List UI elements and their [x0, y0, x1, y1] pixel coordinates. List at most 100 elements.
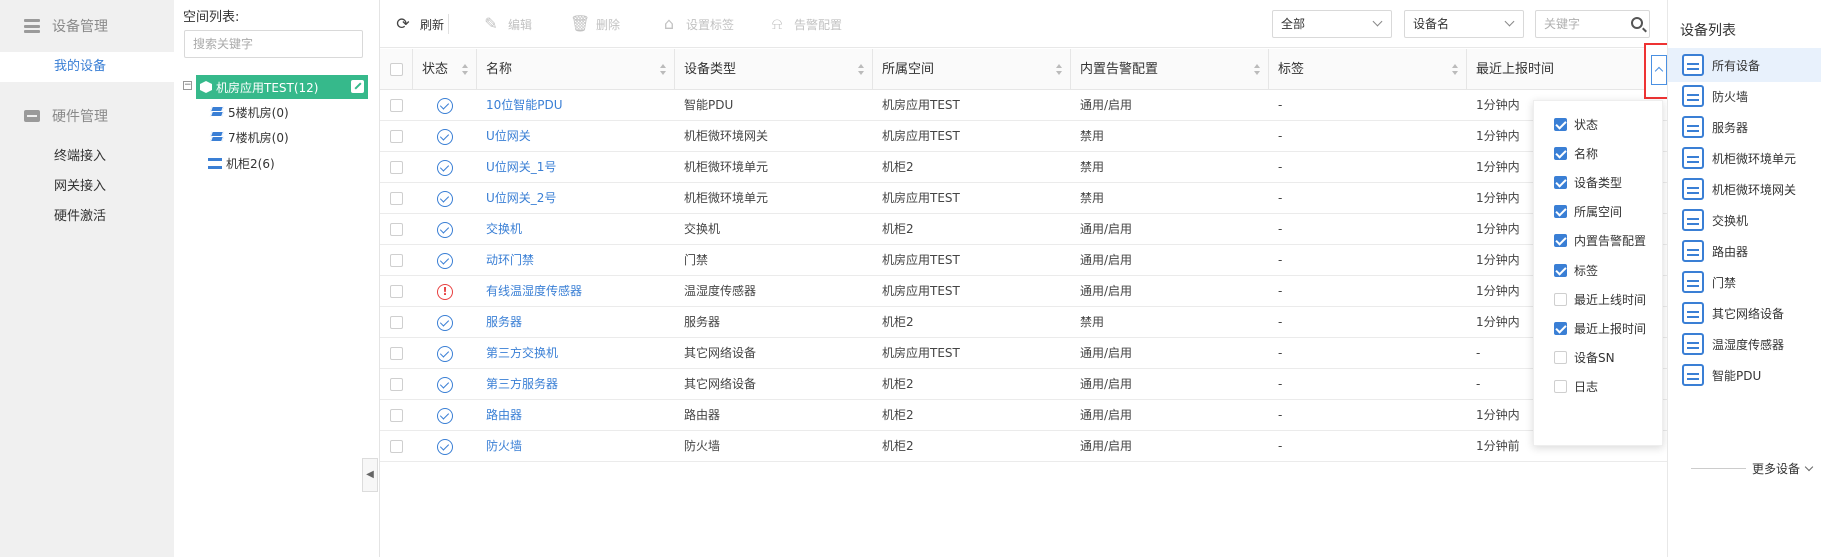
refresh-button[interactable]: ⟳ 刷新 — [394, 14, 444, 34]
delete-button[interactable]: 🗑 删除 — [570, 14, 620, 34]
nav-group-hardware-management[interactable]: 硬件管理 — [0, 90, 174, 142]
device-category-item[interactable]: 其它网络设备 — [1668, 296, 1821, 330]
table-row[interactable]: 交换机 交换机 机柜2 通用/启用 -1分钟内 — [380, 214, 1667, 245]
cell-name[interactable]: 有线温湿度传感器 — [477, 276, 675, 307]
device-category-item[interactable]: 交换机 — [1668, 203, 1821, 237]
column-option[interactable]: 状态 — [1554, 114, 1598, 134]
header-alarm-config[interactable]: 内置告警配置 — [1071, 49, 1269, 90]
cell-name[interactable]: 交换机 — [477, 214, 675, 245]
cell-name[interactable]: 路由器 — [477, 400, 675, 431]
row-checkbox[interactable] — [390, 378, 403, 391]
table-row[interactable]: 10位智能PDU 智能PDU 机房应用TEST 通用/启用 -1分钟内 — [380, 90, 1667, 121]
select-all-checkbox[interactable] — [390, 63, 403, 76]
table-row[interactable]: 服务器 服务器 机柜2 禁用 -1分钟内 — [380, 307, 1667, 338]
column-option-checkbox[interactable] — [1554, 292, 1567, 306]
cell-name[interactable]: U位网关_1号 — [477, 152, 675, 183]
set-tag-button[interactable]: ⌂ 设置标签 — [660, 14, 734, 34]
row-checkbox[interactable] — [390, 409, 403, 422]
column-option-checkbox[interactable] — [1554, 146, 1567, 160]
device-category-item[interactable]: 机柜微环境单元 — [1668, 141, 1821, 175]
device-category-item[interactable]: 防火墙 — [1668, 79, 1821, 113]
nav-item-my-devices[interactable]: 我的设备 — [0, 52, 174, 82]
cell-name[interactable]: U位网关 — [477, 121, 675, 152]
edit-button[interactable]: ✎ 编辑 — [482, 14, 532, 34]
sort-icon[interactable] — [858, 64, 864, 75]
column-option-checkbox[interactable] — [1554, 351, 1567, 365]
nav-item-gateway-access[interactable]: 网关接入 — [0, 172, 174, 202]
sort-icon[interactable] — [1056, 64, 1062, 75]
header-type[interactable]: 设备类型 — [675, 49, 873, 90]
column-option[interactable]: 设备SN — [1554, 348, 1615, 368]
row-checkbox[interactable] — [390, 130, 403, 143]
tree-node-cabinet2[interactable]: 机柜2(6) — [208, 152, 275, 174]
table-row[interactable]: ! 有线温湿度传感器 温湿度传感器 机房应用TEST 通用/启用 -1分钟内 — [380, 276, 1667, 307]
column-option[interactable]: 最近上报时间 — [1554, 318, 1646, 338]
tree-node-floor5[interactable]: 5楼机房(0) — [209, 101, 289, 123]
row-checkbox[interactable] — [390, 316, 403, 329]
row-checkbox[interactable] — [390, 99, 403, 112]
cell-name[interactable]: 服务器 — [477, 307, 675, 338]
row-checkbox[interactable] — [390, 223, 403, 236]
table-row[interactable]: U位网关 机柜微环境网关 机房应用TEST 禁用 -1分钟内 — [380, 121, 1667, 152]
more-devices-button[interactable]: 更多设备 — [1691, 460, 1821, 477]
sort-icon[interactable] — [660, 64, 666, 75]
device-category-item[interactable]: 所有设备 — [1668, 48, 1821, 82]
column-option[interactable]: 设备类型 — [1554, 172, 1622, 192]
cell-name[interactable]: U位网关_2号 — [477, 183, 675, 214]
column-option[interactable]: 内置告警配置 — [1554, 231, 1646, 251]
row-checkbox[interactable] — [390, 347, 403, 360]
header-space[interactable]: 所属空间 — [873, 49, 1071, 90]
space-search-input[interactable] — [184, 30, 363, 58]
nav-group-device-management[interactable]: 设备管理 — [0, 0, 174, 52]
tree-collapse-toggle[interactable]: − — [183, 81, 192, 90]
column-option-checkbox[interactable] — [1554, 117, 1567, 131]
column-option-checkbox[interactable] — [1554, 321, 1567, 335]
cell-name[interactable]: 10位智能PDU — [477, 90, 675, 121]
column-option[interactable]: 名称 — [1554, 143, 1598, 163]
column-option-checkbox[interactable] — [1554, 205, 1567, 219]
table-row[interactable]: 第三方服务器 其它网络设备 机柜2 通用/启用 - - — [380, 369, 1667, 400]
column-option-checkbox[interactable] — [1554, 175, 1567, 189]
header-tag[interactable]: 标签 — [1269, 49, 1467, 90]
table-row[interactable]: U位网关_2号 机柜微环境单元 机房应用TEST 禁用 -1分钟内 — [380, 183, 1667, 214]
device-category-item[interactable]: 路由器 — [1668, 234, 1821, 268]
column-option-checkbox[interactable] — [1554, 263, 1567, 277]
header-name[interactable]: 名称 — [477, 49, 675, 90]
nav-item-terminal-access[interactable]: 终端接入 — [0, 142, 174, 172]
device-category-item[interactable]: 门禁 — [1668, 265, 1821, 299]
sort-icon[interactable] — [1452, 64, 1458, 75]
column-option-checkbox[interactable] — [1554, 234, 1567, 248]
header-status[interactable]: 状态 — [413, 49, 477, 90]
edit-icon[interactable] — [351, 80, 364, 93]
cell-name[interactable]: 防火墙 — [477, 431, 675, 462]
device-category-item[interactable]: 智能PDU — [1668, 358, 1821, 392]
column-option[interactable]: 日志 — [1554, 377, 1598, 397]
row-checkbox[interactable] — [390, 440, 403, 453]
header-last-report[interactable]: 最近上报时间 — [1467, 49, 1667, 90]
column-option-checkbox[interactable] — [1554, 380, 1567, 394]
tree-node-root[interactable]: 机房应用TEST(12) — [196, 75, 368, 99]
column-option[interactable]: 最近上线时间 — [1554, 289, 1646, 309]
row-checkbox[interactable] — [390, 285, 403, 298]
tree-node-floor7[interactable]: 7楼机房(0) — [209, 126, 289, 148]
cell-name[interactable]: 动环门禁 — [477, 245, 675, 276]
row-checkbox[interactable] — [390, 192, 403, 205]
device-category-item[interactable]: 机柜微环境网关 — [1668, 172, 1821, 206]
sort-icon[interactable] — [1254, 64, 1260, 75]
row-checkbox[interactable] — [390, 254, 403, 267]
header-select-all[interactable] — [380, 49, 413, 90]
status-filter-select[interactable]: 全部 — [1272, 10, 1392, 38]
field-filter-select[interactable]: 设备名 — [1404, 10, 1524, 38]
column-option[interactable]: 标签 — [1554, 260, 1598, 280]
alarm-config-button[interactable]: ⍾ 告警配置 — [768, 14, 842, 34]
column-option[interactable]: 所属空间 — [1554, 202, 1622, 222]
cell-name[interactable]: 第三方服务器 — [477, 369, 675, 400]
cell-name[interactable]: 第三方交换机 — [477, 338, 675, 369]
search-icon[interactable] — [1631, 17, 1643, 29]
device-category-item[interactable]: 温湿度传感器 — [1668, 327, 1821, 361]
sort-icon[interactable] — [462, 64, 468, 75]
row-checkbox[interactable] — [390, 161, 403, 174]
panel-collapse-button[interactable]: ◀ — [362, 458, 378, 492]
table-row[interactable]: 路由器 路由器 机柜2 通用/启用 -1分钟内 — [380, 400, 1667, 431]
nav-item-hardware-activation[interactable]: 硬件激活 — [0, 202, 174, 232]
